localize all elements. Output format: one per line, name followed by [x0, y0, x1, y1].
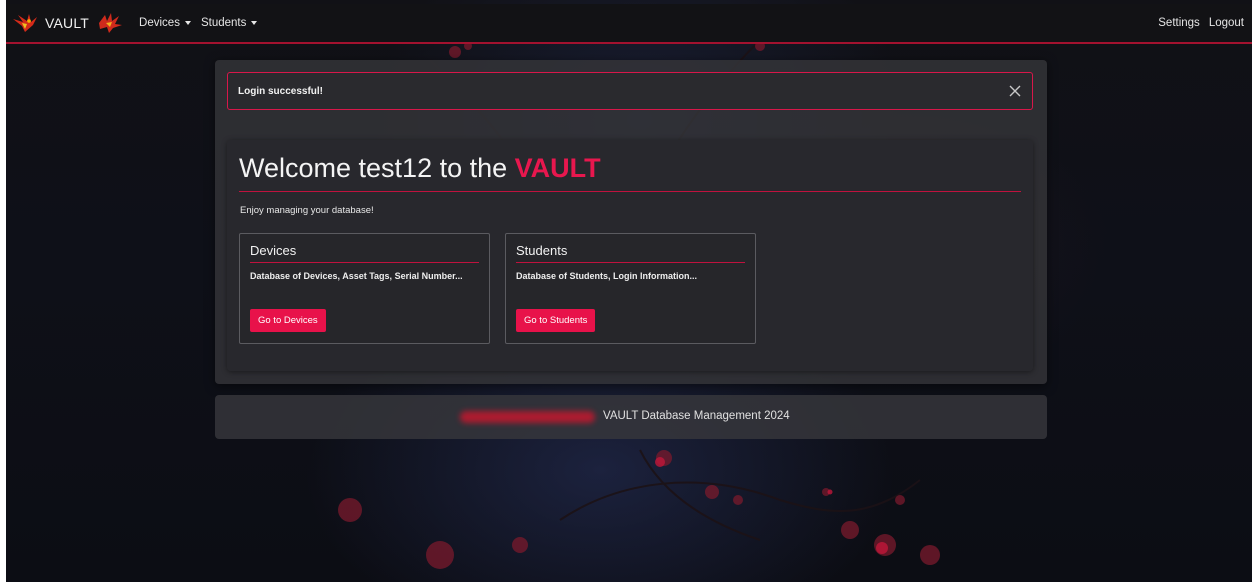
students-card-title: Students — [516, 243, 568, 258]
redacted-text — [460, 411, 595, 423]
devices-card: Devices Database of Devices, Asset Tags,… — [239, 233, 490, 344]
devices-card-title: Devices — [250, 243, 297, 258]
nav-students-label: Students — [200, 17, 247, 29]
welcome-subtitle: Enjoy managing your database! — [240, 205, 374, 216]
caret-down-icon — [251, 21, 258, 25]
footer: VAULT Database Management 2024 — [215, 395, 1047, 439]
footer-text: VAULT Database Management 2024 — [603, 410, 790, 422]
nav-devices-label: Devices — [139, 17, 180, 29]
students-card: Students Database of Students, Login Inf… — [505, 233, 756, 344]
logout-link[interactable]: Logout — [1209, 17, 1244, 29]
window-edge — [0, 0, 6, 582]
page-background: VAULT Devices Students Settings Logout L… — [0, 0, 1252, 582]
login-success-alert: Login successful! — [227, 72, 1033, 110]
welcome-card: Welcome test12 to the VAULT Enjoy managi… — [227, 140, 1033, 371]
settings-link[interactable]: Settings — [1158, 17, 1200, 29]
phoenix-logo-icon — [13, 14, 37, 32]
go-to-devices-button[interactable]: Go to Devices — [250, 309, 326, 332]
go-to-students-button[interactable]: Go to Students — [516, 309, 596, 332]
close-icon[interactable] — [1006, 82, 1024, 100]
nav-students-dropdown[interactable]: Students — [200, 17, 258, 29]
brand[interactable]: VAULT — [10, 11, 125, 35]
card-divider — [250, 262, 479, 263]
page-title: Welcome test12 to the VAULT — [239, 153, 601, 184]
phoenix-emblem-icon — [99, 13, 123, 33]
brand-name: VAULT — [45, 15, 90, 31]
nav-devices-dropdown[interactable]: Devices — [139, 17, 191, 29]
nav-right: Settings Logout — [1149, 17, 1244, 29]
devices-card-description: Database of Devices, Asset Tags, Serial … — [250, 271, 463, 281]
nav-menu: Devices Students — [139, 17, 267, 29]
welcome-title-highlight: VAULT — [514, 153, 601, 183]
students-card-description: Database of Students, Login Information.… — [516, 271, 698, 281]
alert-message: Login successful! — [238, 85, 324, 97]
welcome-title-text: Welcome test12 to the — [239, 153, 508, 183]
title-divider — [239, 191, 1021, 192]
main-panel: Login successful! Welcome test12 to the … — [215, 60, 1047, 384]
navbar: VAULT Devices Students Settings Logout — [6, 4, 1252, 44]
card-divider — [516, 262, 745, 263]
caret-down-icon — [184, 21, 191, 25]
